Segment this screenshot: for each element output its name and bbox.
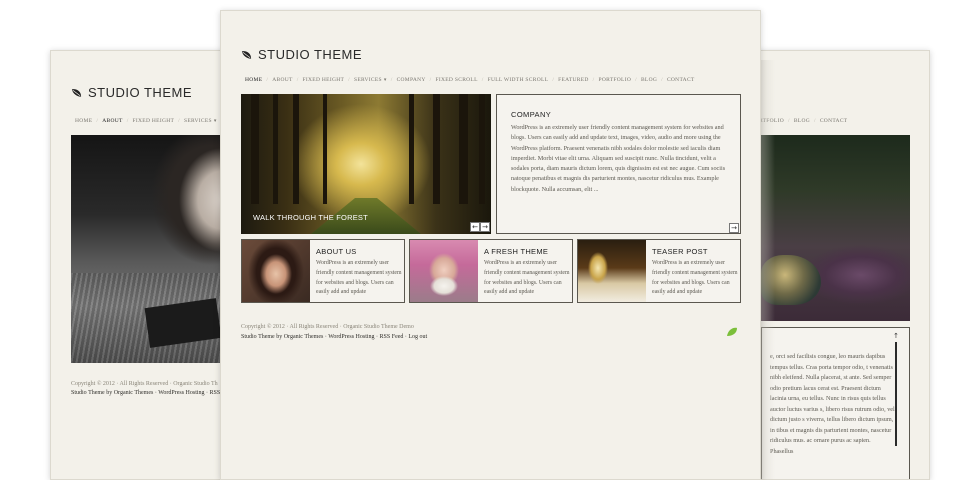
footer-links[interactable]: Studio Theme by Organic Themes · WordPre… <box>71 389 220 398</box>
arrow-right-icon[interactable]: → <box>480 222 490 232</box>
arrow-up-icon[interactable]: ↑ <box>893 332 899 340</box>
teaser-heading[interactable]: TEASER POST <box>652 247 708 256</box>
nav-item-fixed-scroll[interactable]: FIXED SCROLL <box>432 77 482 83</box>
tree-trunk <box>251 94 259 204</box>
copyright-text: Copyright © 2012 · All Rights Reserved ·… <box>241 324 414 330</box>
tree-trunk <box>459 94 468 204</box>
chevron-down-icon: ▾ <box>213 119 217 124</box>
leaf-icon <box>241 50 252 59</box>
teaser-thumbnail[interactable] <box>578 240 646 302</box>
teaser-text: WordPress is an extremely user friendly … <box>316 260 402 296</box>
teaser-heading[interactable]: A FRESH THEME <box>484 247 548 256</box>
nav-item-label: SERVICES <box>353 77 382 83</box>
nav-item-about[interactable]: ABOUT <box>98 118 126 124</box>
footer: Copyright © 2012 · All Rights Reserved ·… <box>71 380 220 398</box>
nav-item-services[interactable]: SERVICES ▾ <box>350 77 391 83</box>
tree-trunk <box>293 94 299 204</box>
arrow-left-icon[interactable]: ← <box>470 222 480 232</box>
leaf-icon <box>727 327 737 336</box>
nav-item-contact[interactable]: CONTACT <box>816 118 852 124</box>
site-title: STUDIO THEME <box>88 85 192 100</box>
nav-item-about[interactable]: ABOUT <box>268 77 296 83</box>
nav-item-label: SERVICES <box>183 118 212 124</box>
nav-item-company[interactable]: COMPANY <box>393 77 430 83</box>
teaser-text: WordPress is an extremely user friendly … <box>652 260 738 296</box>
hero-image <box>761 135 910 321</box>
nav-item-contact[interactable]: CONTACT <box>663 77 699 83</box>
nav-item-fixed-height[interactable]: FIXED HEIGHT <box>299 77 349 83</box>
chevron-down-icon: ▾ <box>383 78 387 83</box>
footer: Copyright © 2012 · All Rights Reserved ·… <box>241 323 427 342</box>
arrow-right-icon[interactable]: → <box>729 223 739 233</box>
company-box: COMPANY WordPress is an extremely user f… <box>496 94 741 234</box>
nav-item-fixed-height[interactable]: FIXED HEIGHT <box>129 118 179 124</box>
scroll-content-box: ↑ e, orci sed facilisis congue, leo maur… <box>761 327 910 479</box>
site-logo[interactable]: STUDIO THEME <box>71 85 192 100</box>
teaser-heading[interactable]: ABOUT US <box>316 247 357 256</box>
nav-item-blog[interactable]: BLOG <box>790 118 814 124</box>
company-text: WordPress is an extremely user friendly … <box>511 124 726 193</box>
teaser-card[interactable]: ABOUT US WordPress is an extremely user … <box>241 239 405 303</box>
main-nav: HOME / ABOUT / FIXED HEIGHT / SERVICES ▾ <box>71 118 221 124</box>
tree-trunk <box>409 94 414 204</box>
teaser-thumbnail[interactable] <box>242 240 310 302</box>
nav-item-full-width-scroll[interactable]: FULL WIDTH SCROLL <box>484 77 553 83</box>
copyright-text: Copyright © 2012 · All Rights Reserved ·… <box>71 381 218 387</box>
nav-item-home[interactable]: HOME <box>241 77 266 83</box>
teaser-thumbnail[interactable] <box>410 240 478 302</box>
teaser-card[interactable]: A FRESH THEME WordPress is an extremely … <box>409 239 573 303</box>
slide-caption: WALK THROUGH THE FOREST <box>253 213 368 222</box>
tree-trunk <box>323 94 327 204</box>
featured-slider[interactable]: WALK THROUGH THE FOREST ← → <box>241 94 491 234</box>
nav-item-blog[interactable]: BLOG <box>637 77 661 83</box>
main-nav: HOME / ABOUT / FIXED HEIGHT / SERVICES ▾ / CO… <box>241 77 699 83</box>
tree-trunk <box>273 94 278 204</box>
tree-trunk <box>433 94 440 204</box>
site-title: STUDIO THEME <box>258 47 362 62</box>
nav-item-home[interactable]: HOME <box>71 118 96 124</box>
scrollbar[interactable] <box>895 342 897 446</box>
company-heading: COMPANY <box>511 110 552 119</box>
leaf-icon <box>71 88 82 97</box>
scroll-text: e, orci sed facilisis congue, leo mauris… <box>770 353 895 455</box>
site-logo[interactable]: STUDIO THEME <box>241 47 362 62</box>
teaser-text: WordPress is an extremely user friendly … <box>484 260 570 296</box>
nav-item-featured[interactable]: FEATURED <box>554 77 593 83</box>
footer-links[interactable]: Studio Theme by Organic Themes · WordPre… <box>241 333 427 343</box>
nav-item-services[interactable]: SERVICES ▾ <box>180 118 221 124</box>
front-page: STUDIO THEME HOME / ABOUT / FIXED HEIGHT / … <box>220 10 761 480</box>
tree-trunk <box>479 94 485 204</box>
nav-item-portfolio[interactable]: PORTFOLIO <box>594 77 635 83</box>
teaser-card[interactable]: TEASER POST WordPress is an extremely us… <box>577 239 741 303</box>
